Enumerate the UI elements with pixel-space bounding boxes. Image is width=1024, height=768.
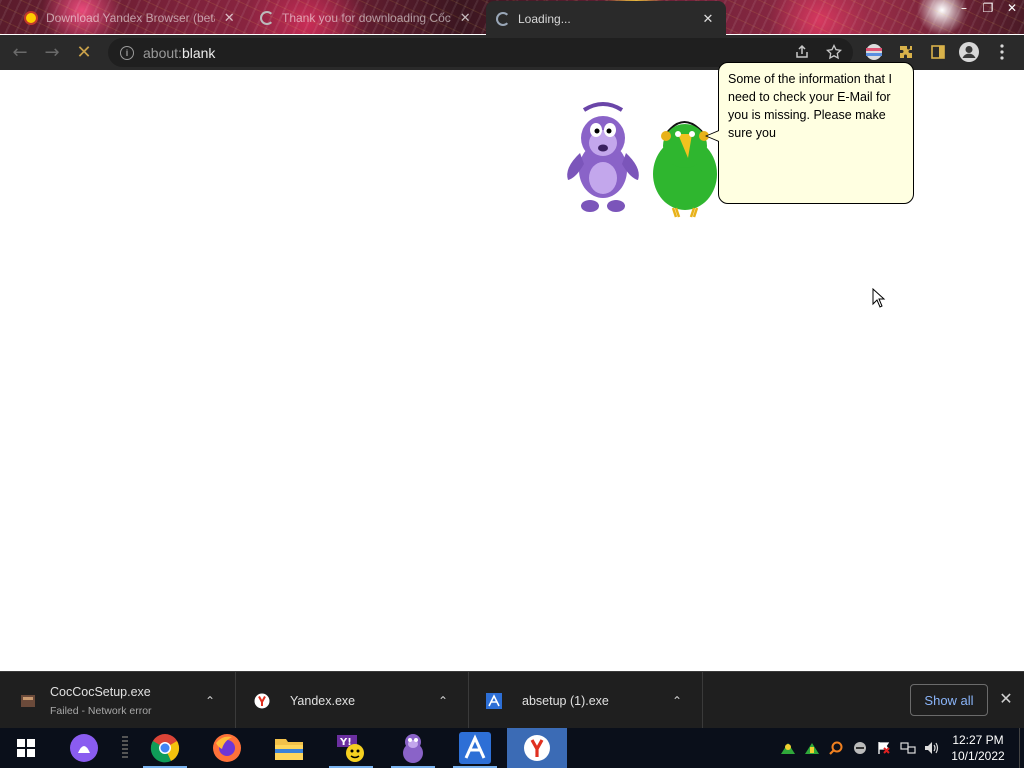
info-icon[interactable]: i — [120, 45, 134, 60]
tab-thank-you-coccoc[interactable]: Thank you for downloading Cốc Cốc ✕ — [250, 2, 482, 34]
loading-spinner-icon — [496, 11, 510, 26]
tab-title: Download Yandex Browser (beta) — [46, 11, 215, 25]
tab-close-icon[interactable]: ✕ — [701, 11, 715, 27]
volume-icon[interactable] — [920, 728, 944, 768]
back-button[interactable]: ← — [4, 37, 36, 69]
speech-bubble: Some of the information that I need to c… — [718, 62, 914, 204]
mouse-cursor-icon — [872, 288, 886, 308]
do-not-disturb-icon[interactable] — [848, 728, 872, 768]
tab-strip: Download Yandex Browser (beta) ✕ Thank y… — [0, 0, 1024, 36]
download-status: Failed - Network error — [50, 704, 152, 717]
url-scheme: about: — [143, 44, 182, 61]
bonzibuddy-icon[interactable] — [383, 728, 443, 768]
network-icon[interactable] — [896, 728, 920, 768]
stop-loading-button[interactable]: ✕ — [68, 37, 100, 69]
tab-title: Loading... — [518, 11, 571, 26]
download-filename: absetup (1).exe — [522, 693, 609, 708]
speech-bubble-tail-fill — [707, 131, 719, 141]
downloads-bar: CocCocSetup.exe Failed - Network error ⌃… — [0, 671, 1024, 729]
close-downloads-bar-button[interactable]: ✕ — [997, 690, 1015, 708]
parrot-character[interactable] — [648, 112, 722, 222]
yandex-icon — [24, 11, 38, 25]
tab-download-yandex[interactable]: Download Yandex Browser (beta) ✕ — [14, 2, 246, 34]
share-icon[interactable] — [791, 41, 813, 63]
yandex-browser-icon[interactable] — [507, 728, 567, 768]
loading-spinner-icon — [260, 11, 274, 25]
bonzi-gorilla-character[interactable] — [560, 98, 646, 216]
speech-bubble-text: Some of the information that I need to c… — [728, 72, 892, 140]
forward-button[interactable]: → — [36, 37, 68, 69]
tab-title: Thank you for downloading Cốc Cốc — [282, 11, 451, 25]
file-explorer-icon[interactable] — [259, 728, 319, 768]
search-icon[interactable] — [824, 728, 848, 768]
chevron-up-icon[interactable]: ⌃ — [205, 694, 219, 708]
menu-icon[interactable] — [991, 41, 1013, 63]
extension-icon[interactable] — [863, 41, 885, 63]
screen: Download Yandex Browser (beta) ✕ Thank y… — [0, 0, 1024, 768]
windows-start-icon[interactable] — [0, 728, 52, 768]
chrome-icon[interactable] — [135, 728, 195, 768]
action-center-flag-icon[interactable] — [872, 728, 896, 768]
download-filename: CocCocSetup.exe — [50, 684, 151, 699]
clock-date: 10/1/2022 — [951, 749, 1005, 763]
chevron-up-icon[interactable]: ⌃ — [438, 694, 452, 708]
restore-button[interactable]: ❐ — [976, 0, 1000, 16]
windows-taskbar: Y! 12:27 PM 10/1/2022 — [0, 728, 1024, 768]
system-tray — [776, 728, 944, 768]
absetup-file-icon — [486, 692, 502, 709]
profile-icon[interactable] — [958, 41, 980, 63]
puzzle-extensions-icon[interactable] — [895, 41, 917, 63]
show-desktop-button[interactable] — [1019, 728, 1024, 768]
absetup-icon[interactable] — [445, 728, 505, 768]
download-filename: Yandex.exe — [290, 693, 356, 708]
chevron-up-icon[interactable]: ⌃ — [672, 694, 686, 708]
show-all-downloads-button[interactable]: Show all — [910, 684, 988, 716]
download-item-yandex[interactable]: Yandex.exe ⌃ — [236, 672, 469, 729]
coccoc-file-icon — [21, 694, 35, 707]
yandex-file-icon — [254, 693, 270, 708]
clock-time: 12:27 PM — [952, 733, 1004, 747]
tab-close-icon[interactable]: ✕ — [459, 10, 472, 26]
window-controls: – ❐ ✕ — [952, 0, 1024, 18]
taskbar-separator — [122, 736, 128, 760]
tray-app-icon-2[interactable] — [800, 728, 824, 768]
tray-app-icon-1[interactable] — [776, 728, 800, 768]
download-item-absetup[interactable]: absetup (1).exe ⌃ — [469, 672, 703, 729]
tab-loading[interactable]: Loading... ✕ — [486, 1, 726, 36]
firefox-icon[interactable] — [197, 728, 257, 768]
alice-icon[interactable] — [54, 728, 114, 768]
yahoo-messenger-icon[interactable]: Y! — [321, 728, 381, 768]
download-item-coccoc[interactable]: CocCocSetup.exe Failed - Network error ⌃ — [0, 672, 236, 729]
url-host: blank — [181, 44, 216, 61]
bookmark-star-icon[interactable] — [823, 41, 845, 63]
minimize-button[interactable]: – — [952, 0, 976, 16]
tab-close-icon[interactable]: ✕ — [223, 10, 236, 26]
taskbar-clock[interactable]: 12:27 PM 10/1/2022 — [944, 732, 1012, 764]
close-window-button[interactable]: ✕ — [1000, 0, 1024, 16]
side-panel-icon[interactable] — [927, 41, 949, 63]
